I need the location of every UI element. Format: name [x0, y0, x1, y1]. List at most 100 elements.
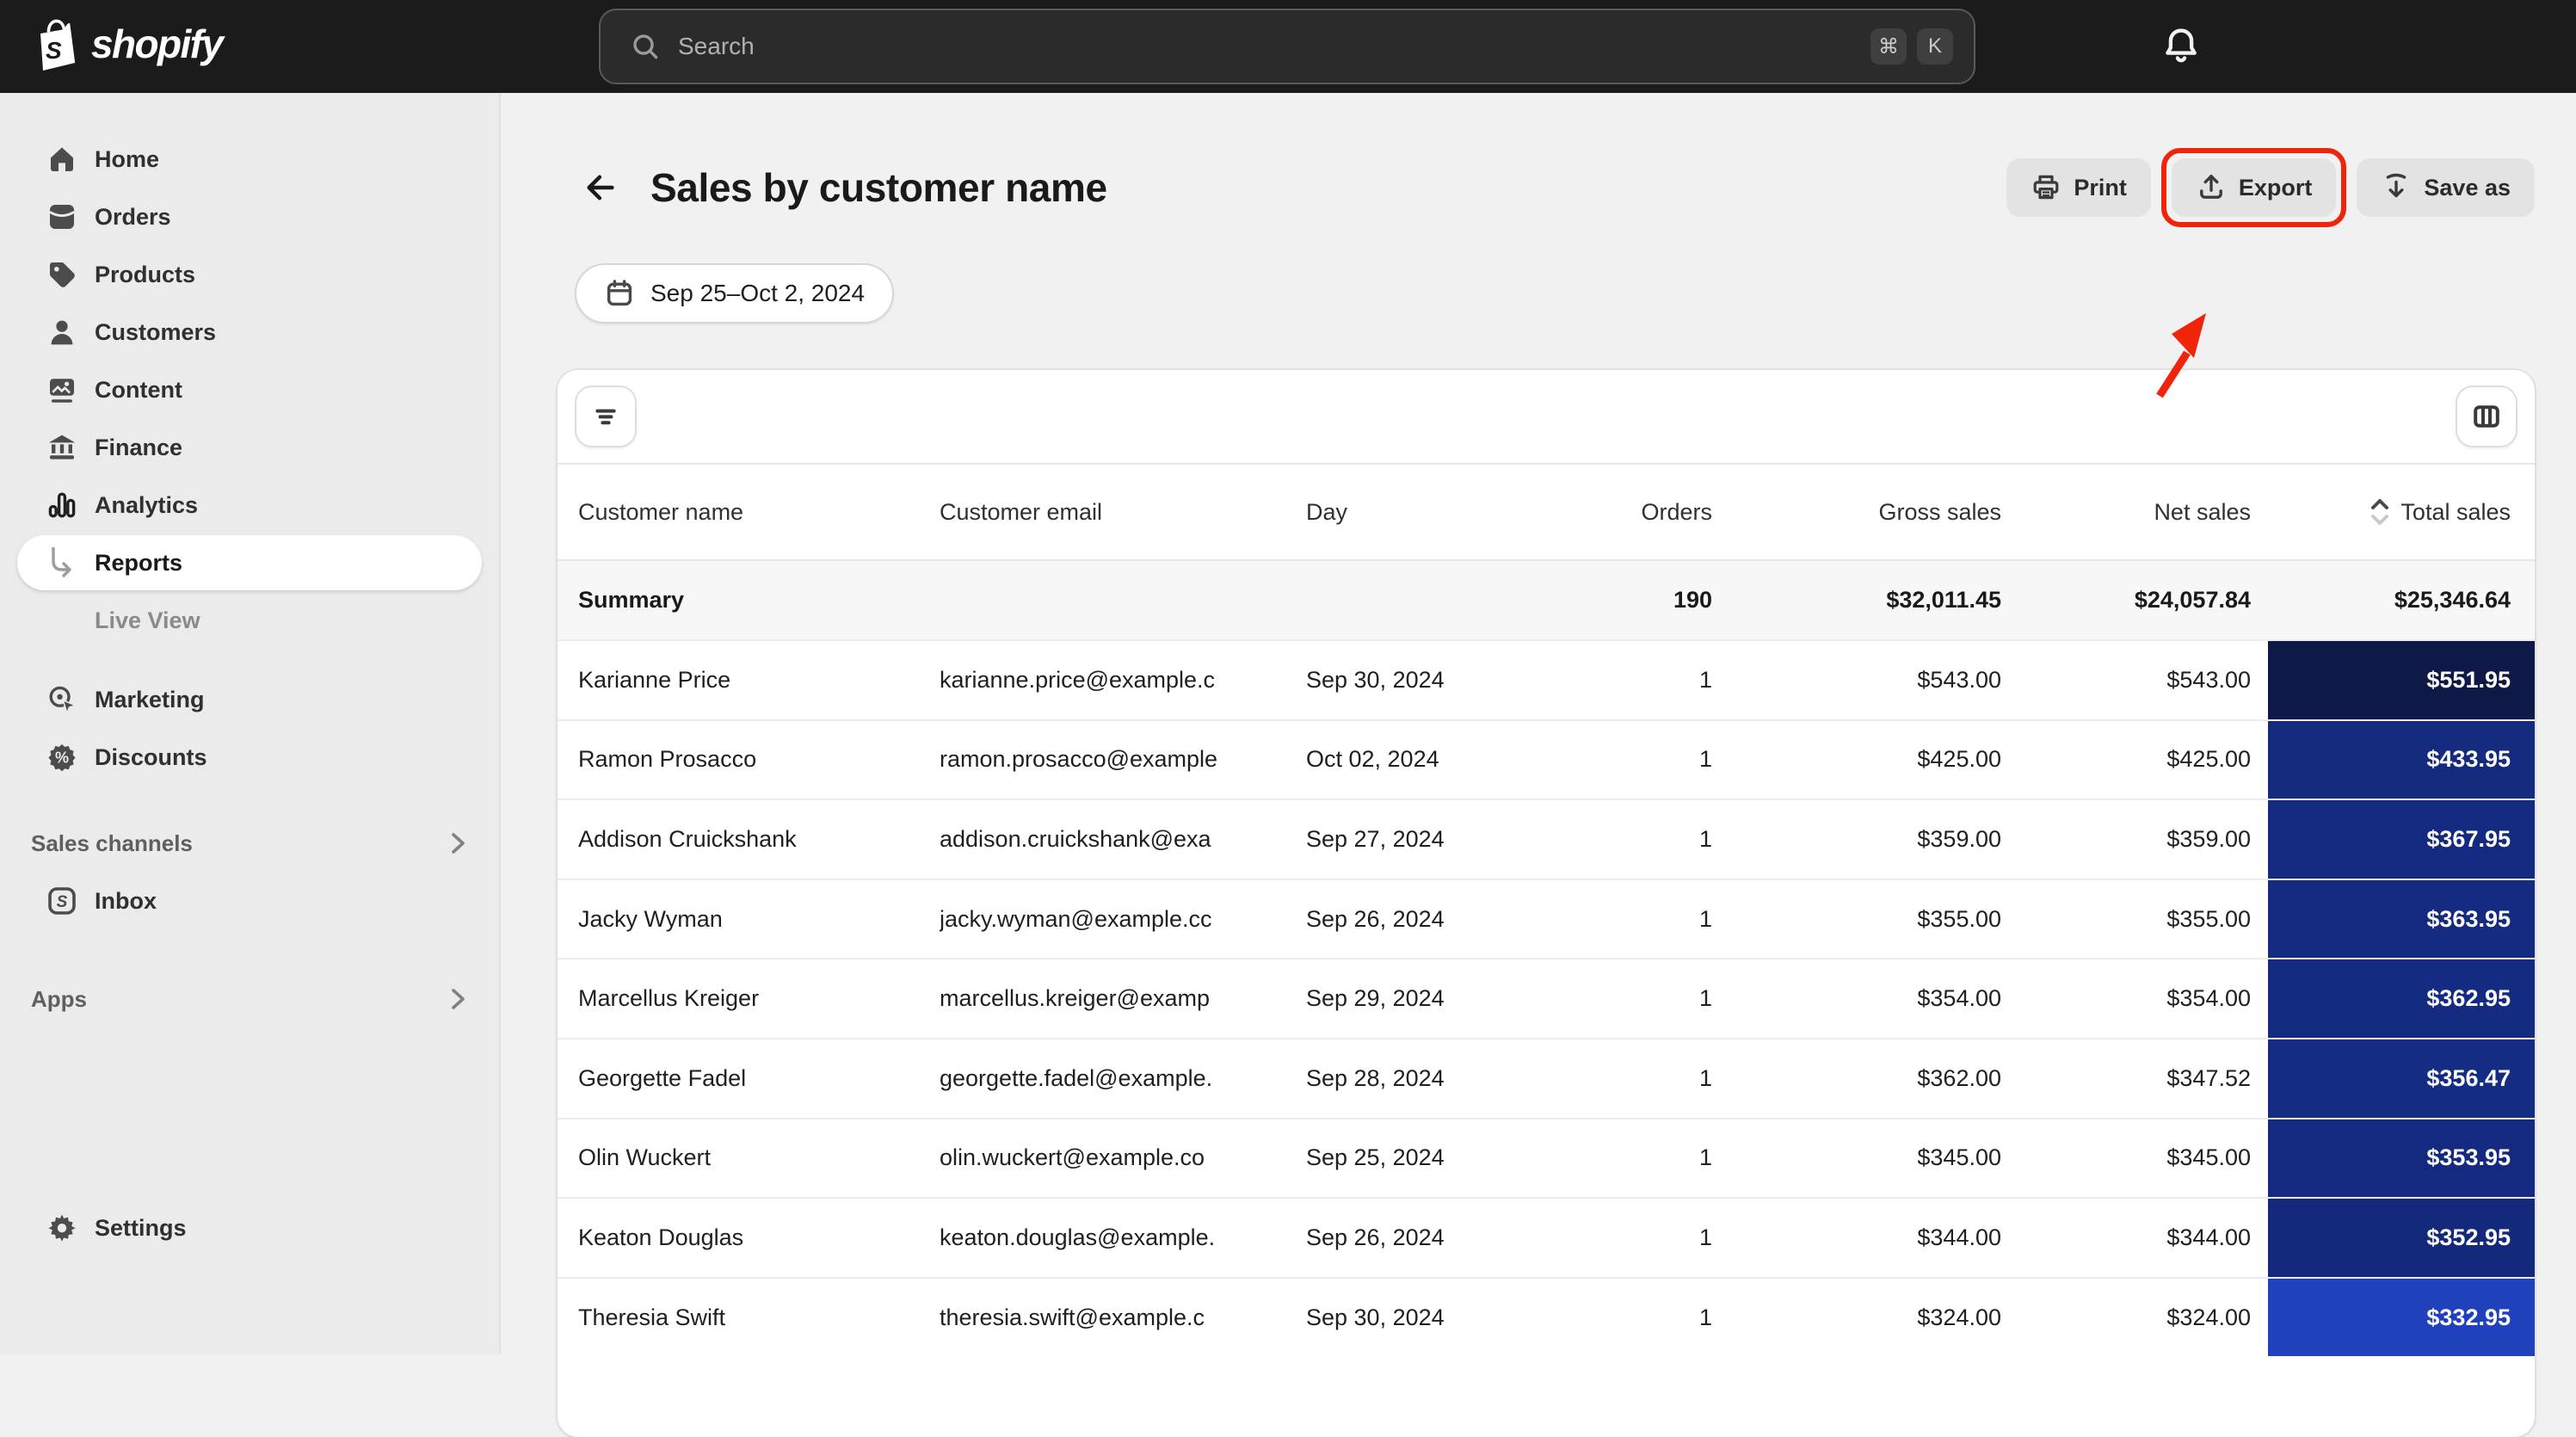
gross-sales: $344.00: [1721, 1197, 2010, 1277]
table-row: Keaton Douglas keaton.douglas@example. S…: [558, 1197, 2535, 1277]
orders: 1: [1564, 1277, 1721, 1357]
total-sales-heatmap-cell: $356.47: [2268, 1038, 2535, 1118]
net-sales: $324.00: [2010, 1277, 2268, 1357]
printer-icon: [2031, 172, 2061, 203]
calendar-icon: [604, 278, 635, 309]
shopify-wordmark: shopify: [91, 21, 222, 72]
total-sales-heatmap-cell: $353.95: [2268, 1118, 2535, 1198]
table-row: Karianne Price karianne.price@example.c …: [558, 639, 2535, 719]
kbd-command: ⌘: [1870, 28, 1907, 65]
edit-columns-icon[interactable]: [2456, 385, 2517, 447]
annotation-red-arrow: [2148, 306, 2227, 403]
sidebar-item-label: Inbox: [95, 888, 157, 915]
total-sales-heatmap-cell: $551.95: [2268, 639, 2535, 719]
sidebar-section-apps[interactable]: Apps: [17, 971, 482, 1027]
chevron-right-icon: [451, 832, 466, 854]
date-range-picker[interactable]: Sep 25–Oct 2, 2024: [575, 263, 894, 324]
search-input[interactable]: Search ⌘ K: [599, 9, 1975, 84]
day: Sep 30, 2024: [1306, 1277, 1564, 1357]
sidebar-item-customers[interactable]: Customers: [17, 305, 482, 360]
sidebar-item-label: Customers: [95, 319, 216, 346]
products-tag-icon: [46, 259, 77, 290]
net-sales: $344.00: [2010, 1197, 2268, 1277]
kbd-k: K: [1917, 28, 1953, 65]
gross-sales: $355.00: [1721, 879, 2010, 959]
home-icon: [46, 144, 77, 175]
customer-email: addison.cruickshank@exa: [940, 799, 1306, 879]
sidebar-item-live-view[interactable]: Live View: [17, 593, 482, 648]
orders: 1: [1564, 1197, 1721, 1277]
sidebar-item-products[interactable]: Products: [17, 247, 482, 302]
notifications-bell-icon[interactable]: [2161, 24, 2206, 69]
column-header-net-sales[interactable]: Net sales: [2010, 465, 2268, 559]
column-header-label: Total sales: [2400, 499, 2511, 526]
print-button[interactable]: Print: [2006, 158, 2151, 217]
sidebar-item-discounts[interactable]: % Discounts: [17, 730, 482, 785]
orders: 1: [1564, 879, 1721, 959]
table-toolbar: [558, 370, 2535, 465]
table-row: Georgette Fadel georgette.fadel@example.…: [558, 1038, 2535, 1118]
save-as-label: Save as: [2424, 175, 2511, 201]
orders: 1: [1564, 1118, 1721, 1198]
column-header-gross-sales[interactable]: Gross sales: [1721, 465, 2010, 559]
customer-email: ramon.prosacco@example: [940, 719, 1306, 799]
back-arrow-icon[interactable]: [582, 162, 633, 213]
column-header-day[interactable]: Day: [1306, 465, 1564, 559]
sidebar-item-label: Settings: [95, 1215, 187, 1242]
sidebar-item-marketing[interactable]: Marketing: [17, 672, 482, 727]
sidebar-item-reports[interactable]: Reports: [17, 535, 482, 590]
orders: 1: [1564, 958, 1721, 1038]
sidebar-item-content[interactable]: Content: [17, 362, 482, 417]
customer-name: Georgette Fadel: [558, 1038, 940, 1118]
sidebar-item-inbox[interactable]: S Inbox: [17, 873, 482, 928]
sidebar-item-label: Reports: [95, 550, 182, 577]
total-sales-heatmap-cell: $362.95: [2268, 958, 2535, 1038]
column-header-customer-email[interactable]: Customer email: [940, 465, 1306, 559]
sidebar-item-orders[interactable]: Orders: [17, 189, 482, 244]
main-content: Sales by customer name Print Export: [501, 93, 2576, 1354]
sidebar-item-label: Orders: [95, 204, 171, 231]
net-sales: $345.00: [2010, 1118, 2268, 1198]
save-as-button[interactable]: Save as: [2357, 158, 2535, 217]
customer-name: Ramon Prosacco: [558, 719, 940, 799]
sidebar-item-home[interactable]: Home: [17, 132, 482, 187]
sidebar-item-label: Discounts: [95, 744, 207, 771]
customer-name: Addison Cruickshank: [558, 799, 940, 879]
sidebar-section-sales-channels[interactable]: Sales channels: [17, 816, 482, 871]
orders: 1: [1564, 1038, 1721, 1118]
marketing-target-icon: [46, 684, 77, 715]
sidebar-item-analytics[interactable]: Analytics: [17, 478, 482, 533]
sidebar-item-finance[interactable]: Finance: [17, 420, 482, 475]
filter-icon[interactable]: [575, 385, 637, 447]
topbar: S shopify Search ⌘ K: [0, 0, 2576, 93]
customer-email: marcellus.kreiger@examp: [940, 958, 1306, 1038]
customer-name: Karianne Price: [558, 639, 940, 719]
shopify-logo: S shopify: [28, 17, 222, 76]
gross-sales: $324.00: [1721, 1277, 2010, 1357]
orders: 1: [1564, 719, 1721, 799]
sidebar-item-settings[interactable]: Settings: [17, 1200, 482, 1255]
customer-email: jacky.wyman@example.cc: [940, 879, 1306, 959]
sidebar-item-label: Marketing: [95, 687, 205, 713]
column-header-total-sales[interactable]: Total sales: [2268, 465, 2535, 559]
content-image-icon: [46, 374, 77, 405]
day: Oct 02, 2024: [1306, 719, 1564, 799]
sidebar-item-label: Content: [95, 377, 182, 404]
summary-row: Summary 190 $32,011.45 $24,057.84 $25,34…: [558, 559, 2535, 639]
svg-text:%: %: [55, 749, 69, 766]
summary-orders: 190: [1564, 559, 1721, 639]
export-button[interactable]: Export: [2172, 158, 2337, 217]
gross-sales: $354.00: [1721, 958, 2010, 1038]
export-annotation-box: Export: [2161, 148, 2347, 227]
gross-sales: $425.00: [1721, 719, 2010, 799]
gear-icon: [46, 1212, 77, 1243]
customer-name: Olin Wuckert: [558, 1118, 940, 1198]
day: Sep 26, 2024: [1306, 879, 1564, 959]
svg-text:S: S: [57, 893, 68, 911]
column-header-customer-name[interactable]: Customer name: [558, 465, 940, 559]
customer-email: keaton.douglas@example.: [940, 1197, 1306, 1277]
total-sales-heatmap-cell: $332.95: [2268, 1277, 2535, 1357]
column-header-orders[interactable]: Orders: [1564, 465, 1721, 559]
customer-name: Keaton Douglas: [558, 1197, 940, 1277]
summary-gross-sales: $32,011.45: [1721, 559, 2010, 639]
